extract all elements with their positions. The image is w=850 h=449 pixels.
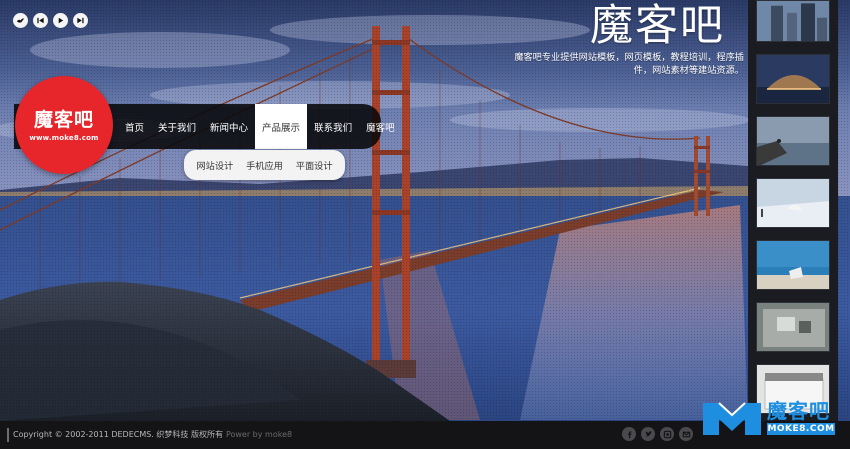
thumbnail-strip xyxy=(748,0,838,421)
previous-icon[interactable] xyxy=(33,13,48,28)
share-icon[interactable] xyxy=(660,427,674,441)
nav-list: 首页 关于我们 新闻中心 产品展示 联系我们 魔客吧 xyxy=(118,104,402,149)
thumb-snowy-lake[interactable] xyxy=(756,178,830,228)
bird-icon[interactable] xyxy=(13,13,28,28)
powered-by-link[interactable]: Power by moke8 xyxy=(226,430,292,439)
nav-item-moke8[interactable]: 魔客吧 xyxy=(359,104,402,149)
next-icon[interactable] xyxy=(73,13,88,28)
products-submenu: 网站设计 手机应用 平面设计 xyxy=(184,150,345,180)
nav-item-about[interactable]: 关于我们 xyxy=(151,104,203,149)
thumb-skyscrapers[interactable] xyxy=(756,0,830,42)
moke8-watermark: 魔客吧 MOKE8.COM xyxy=(701,397,850,439)
submenu-item-graphic-design[interactable]: 平面设计 xyxy=(296,158,333,172)
submenu-item-web-design[interactable]: 网站设计 xyxy=(196,158,233,172)
thumb-seaside-cliff[interactable] xyxy=(756,116,830,166)
play-icon[interactable] xyxy=(53,13,68,28)
social-links xyxy=(622,427,693,441)
nav-item-products[interactable]: 产品展示 xyxy=(255,104,308,149)
site-title: 魔客吧 xyxy=(590,1,725,51)
moke8-logo-icon xyxy=(703,402,761,435)
nav-item-news[interactable]: 新闻中心 xyxy=(203,104,255,149)
nav-item-contact[interactable]: 联系我们 xyxy=(307,104,359,149)
site-description: 魔客吧专业提供网站模板，网页模板，教程培训，程序插件，网站素材等建站资源。 xyxy=(514,52,744,76)
logo[interactable]: 魔客吧 www.moke8.com xyxy=(15,76,113,174)
footer-divider xyxy=(7,428,9,442)
logo-text: 魔客吧 xyxy=(33,108,94,131)
watermark-label: 魔客吧 xyxy=(767,399,830,423)
thumb-table-top[interactable] xyxy=(756,302,830,352)
logo-url: www.moke8.com xyxy=(29,133,99,142)
twitter-icon[interactable] xyxy=(641,427,655,441)
media-controls xyxy=(13,13,88,28)
thumb-beach-chair[interactable] xyxy=(756,240,830,290)
email-icon[interactable] xyxy=(679,427,693,441)
copyright-text: Copyright © 2002-2011 DEDECMS. 织梦科技 版权所有… xyxy=(13,429,292,440)
watermark-url: MOKE8.COM xyxy=(767,423,835,435)
nav-item-home[interactable]: 首页 xyxy=(118,104,151,149)
thumb-dome-building[interactable] xyxy=(756,54,830,104)
facebook-icon[interactable] xyxy=(622,427,636,441)
submenu-item-mobile-apps[interactable]: 手机应用 xyxy=(246,158,283,172)
copyright-label: Copyright © 2002-2011 DEDECMS. 织梦科技 版权所有 xyxy=(13,430,223,439)
